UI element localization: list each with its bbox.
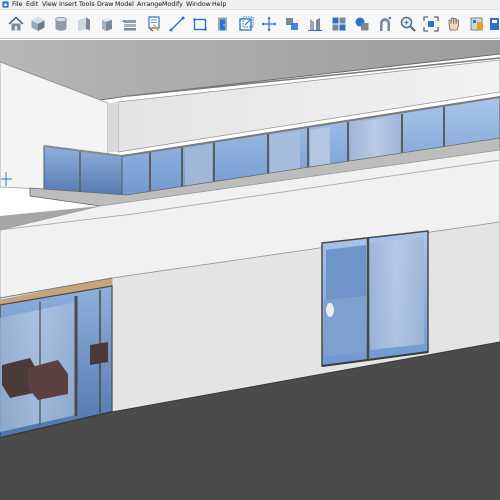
menu-edit[interactable]: Edit — [26, 0, 38, 10]
3d-viewport[interactable] — [0, 39, 500, 500]
wall-icon[interactable] — [74, 14, 94, 34]
cylinder-icon[interactable] — [51, 14, 71, 34]
menu-modify[interactable]: Modify — [162, 0, 183, 10]
move-icon[interactable] — [259, 14, 279, 34]
cube-icon[interactable] — [28, 14, 48, 34]
cad-application-window: File Edit View Insert Tools Draw Model A… — [0, 0, 500, 500]
rectangle-icon[interactable] — [190, 14, 210, 34]
menu-insert[interactable]: Insert — [59, 0, 77, 10]
line-icon[interactable] — [167, 14, 187, 34]
menu-view[interactable]: View — [42, 0, 57, 10]
menu-window[interactable]: Window — [186, 0, 211, 10]
stretch-icon[interactable] — [236, 14, 256, 34]
app-logo-icon — [2, 1, 9, 8]
pen-icon[interactable] — [144, 14, 164, 34]
align-icon[interactable] — [282, 14, 302, 34]
zoom-extents-icon[interactable] — [421, 14, 441, 34]
lower-left-glazing — [0, 285, 113, 439]
menu-file[interactable]: File — [12, 0, 23, 10]
sweep-icon[interactable] — [305, 14, 325, 34]
group-icon[interactable] — [329, 14, 349, 34]
door-icon[interactable] — [213, 14, 233, 34]
zoom-icon[interactable] — [398, 14, 418, 34]
paint-icon[interactable] — [489, 14, 500, 34]
menu-arrange[interactable]: Arrange — [137, 0, 162, 10]
pan-icon[interactable] — [444, 14, 464, 34]
menu-model[interactable]: Model — [115, 0, 134, 10]
box-icon[interactable] — [97, 14, 117, 34]
lower-sliding-door — [321, 230, 429, 367]
slab-icon[interactable] — [120, 14, 140, 34]
menu-help[interactable]: Help — [212, 0, 226, 10]
arch-icon[interactable] — [375, 14, 395, 34]
main-toolbar — [0, 10, 500, 39]
menu-tools[interactable]: Tools — [79, 0, 95, 10]
union-icon[interactable] — [352, 14, 372, 34]
material-icon[interactable] — [467, 14, 487, 34]
building-model-render — [0, 39, 500, 500]
menu-bar: File Edit View Insert Tools Draw Model A… — [0, 0, 500, 10]
menu-draw[interactable]: Draw — [97, 0, 113, 10]
home-icon[interactable] — [6, 14, 26, 34]
